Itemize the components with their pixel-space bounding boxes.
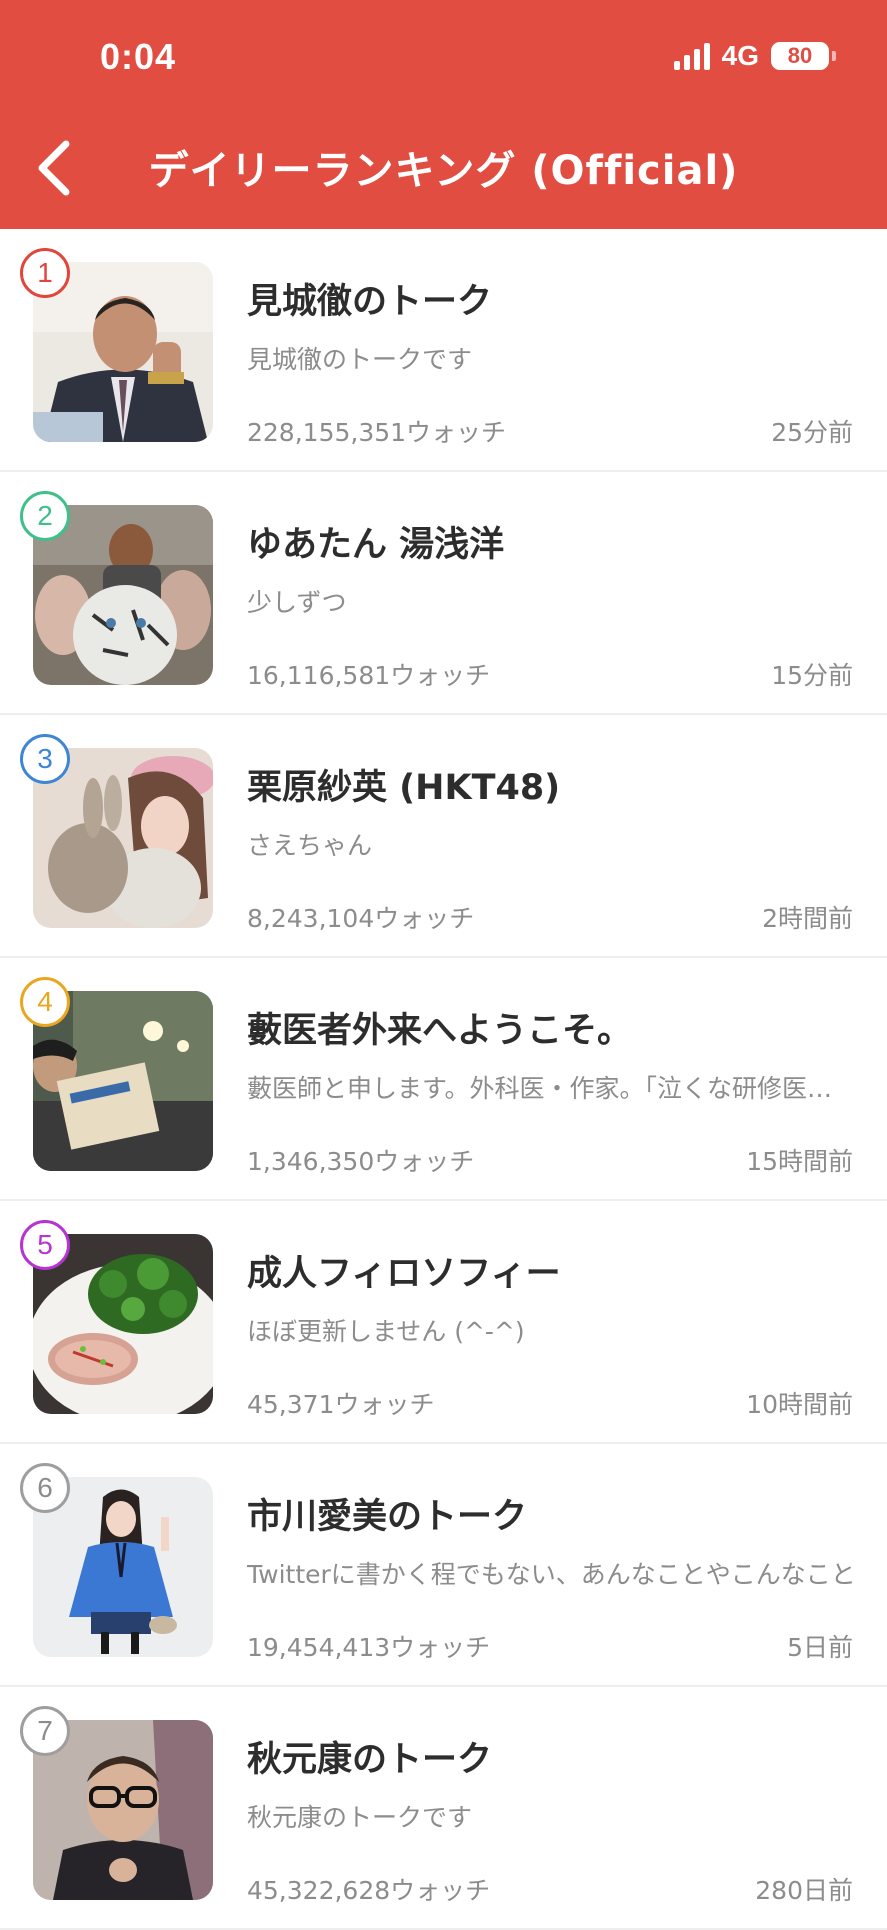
app-header: 0:04 4G 80 デイリーランキング (Official) <box>0 0 887 229</box>
updated-time: 15分前 <box>771 661 853 690</box>
talk-description: ほぼ更新しません (^-^) <box>247 1317 525 1346</box>
rank-badge: 2 <box>20 491 70 541</box>
signal-icon <box>673 42 710 70</box>
talk-name: 市川愛美のトーク <box>247 1497 528 1537</box>
page-title: デイリーランキング (Official) <box>148 148 739 194</box>
updated-time: 15時間前 <box>746 1147 853 1176</box>
rank-badge: 3 <box>20 734 70 784</box>
watch-count: 228,155,351ウォッチ <box>247 418 507 447</box>
watch-count: 1,346,350ウォッチ <box>247 1147 475 1176</box>
talk-description: 少しずつ <box>247 588 347 617</box>
updated-time: 5日前 <box>787 1633 853 1662</box>
talk-name: 栗原紗英 (HKT48) <box>247 768 561 808</box>
talk-name: 見城徹のトーク <box>247 282 493 322</box>
talk-description: さえちゃん <box>247 831 373 860</box>
status-indicators: 4G 80 <box>673 40 836 72</box>
rank-badge: 4 <box>20 977 70 1027</box>
updated-time: 2時間前 <box>762 904 853 933</box>
updated-time: 10時間前 <box>746 1390 853 1419</box>
talk-description: Twitterに書かく程でもない、あんなことやこんなこと <box>247 1560 856 1589</box>
ranking-row[interactable]: 3 栗原紗英 (HKT48) さえちゃん 8,243,104ウォッチ 2時間前 <box>0 715 887 958</box>
watch-count: 19,454,413ウォッチ <box>247 1633 491 1662</box>
status-bar: 0:04 4G 80 <box>0 0 887 110</box>
ranking-list: 1 見城徹のトーク 見城徹のトークです 228,155,351ウォッチ 25分前… <box>0 229 887 1930</box>
ranking-row[interactable]: 4 藪医者外来へようこそ。 藪医師と申します。外科医・作家。「泣くな研修医」シリ… <box>0 958 887 1201</box>
ranking-row[interactable]: 2 ゆあたん 湯浅洋 少しずつ 16,116,581ウォッチ 15分前 <box>0 472 887 715</box>
watch-count: 45,322,628ウォッチ <box>247 1876 491 1905</box>
rank-badge: 1 <box>20 248 70 298</box>
talk-description: 藪医師と申します。外科医・作家。「泣くな研修医」シリーズ(幻冬舎) <box>247 1074 857 1103</box>
battery-icon: 80 <box>771 42 836 70</box>
rank-badge: 5 <box>20 1220 70 1270</box>
ranking-row[interactable]: 1 見城徹のトーク 見城徹のトークです 228,155,351ウォッチ 25分前 <box>0 229 887 472</box>
talk-name: 成人フィロソフィー <box>247 1254 561 1294</box>
network-type: 4G <box>721 40 759 71</box>
ranking-row[interactable]: 6 市川愛美のトーク Twitterに書かく程でもない、あんなことやこんなこと … <box>0 1444 887 1687</box>
updated-time: 25分前 <box>771 418 853 447</box>
ranking-row[interactable]: 5 成人フィロソフィー ほぼ更新しません (^-^) 45,371ウォッチ 10… <box>0 1201 887 1444</box>
talk-name: 藪医者外来へようこそ。 <box>247 1011 633 1051</box>
talk-description: 見城徹のトークです <box>247 345 473 374</box>
ranking-row[interactable]: 7 秋元康のトーク 秋元康のトークです 45,322,628ウォッチ 280日前 <box>0 1687 887 1930</box>
rank-badge: 6 <box>20 1463 70 1513</box>
rank-badge: 7 <box>20 1706 70 1756</box>
updated-time: 280日前 <box>755 1876 853 1905</box>
watch-count: 45,371ウォッチ <box>247 1390 435 1419</box>
watch-count: 16,116,581ウォッチ <box>247 661 491 690</box>
watch-count: 8,243,104ウォッチ <box>247 904 475 933</box>
status-time: 0:04 <box>100 36 177 77</box>
talk-description: 秋元康のトークです <box>247 1803 473 1832</box>
talk-name: ゆあたん 湯浅洋 <box>247 525 505 565</box>
talk-name: 秋元康のトーク <box>247 1740 493 1780</box>
